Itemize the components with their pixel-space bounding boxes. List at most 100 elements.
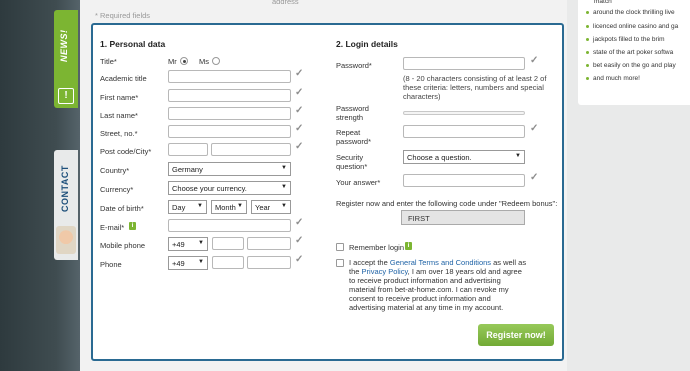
phone-label: Phone — [100, 260, 122, 269]
academic-title-input[interactable] — [168, 70, 291, 83]
last-name-input[interactable] — [168, 107, 291, 120]
remember-login-checkbox[interactable] — [336, 243, 344, 251]
accept-terms-checkbox[interactable] — [336, 259, 344, 267]
privacy-policy-link[interactable]: Privacy Policy — [362, 267, 408, 276]
feature-item-text: and much more! — [593, 75, 640, 82]
feature-item-text: bet easily on the go and play — [593, 62, 676, 69]
mr-label: Mr — [168, 57, 177, 66]
security-answer-input[interactable] — [403, 174, 525, 187]
check-icon: ✓ — [295, 123, 304, 134]
password-requirements-help: (8 - 20 characters consisting of at leas… — [403, 74, 547, 101]
chevron-down-icon: ▼ — [237, 203, 243, 209]
chevron-down-icon: ▼ — [281, 203, 287, 209]
last-name-label: Last name* — [100, 111, 138, 120]
post-code-city-label: Post code/City* — [100, 147, 152, 156]
check-icon: ✓ — [295, 87, 304, 98]
support-agent-avatar — [56, 226, 76, 254]
check-icon: ✓ — [295, 68, 304, 79]
check-icon: ✓ — [530, 123, 539, 134]
bullet-icon — [586, 76, 589, 80]
security-question-select[interactable]: Choose a question. ▼ — [403, 150, 525, 164]
bullet-icon — [586, 24, 589, 28]
required-fields-note: * Required fields — [95, 11, 151, 20]
post-code-input[interactable] — [168, 143, 208, 156]
bonus-code-instruction: Register now and enter the following cod… — [336, 199, 558, 208]
year-select[interactable]: Year ▼ — [251, 200, 291, 214]
terms-consent-text: I accept the General Terms and Condition… — [349, 258, 527, 312]
address-label: address — [272, 0, 299, 6]
ms-radio[interactable] — [212, 57, 220, 65]
repeat-password-input[interactable] — [403, 125, 525, 138]
email-label: E-mail* — [100, 223, 125, 232]
login-details-heading: 2. Login details — [336, 39, 398, 49]
security-question-label: Security question* — [336, 153, 368, 171]
country-value: Germany — [172, 165, 203, 174]
info-icon[interactable]: i — [405, 242, 412, 250]
check-icon: ✓ — [295, 105, 304, 116]
feature-item-text: licenced online casino and ga — [593, 23, 679, 30]
bullet-icon — [586, 63, 589, 67]
password-strength-label: Password strength — [336, 104, 369, 122]
news-tab[interactable]: NEWS! ! — [54, 10, 78, 108]
bonus-code-value: FIRST — [408, 214, 430, 223]
currency-select[interactable]: Choose your currency. ▼ — [168, 181, 291, 195]
phone-number-input[interactable] — [247, 256, 291, 269]
check-icon: ✓ — [295, 217, 304, 228]
month-value: Month — [215, 203, 236, 212]
country-label: Country* — [100, 166, 130, 175]
terms-text-part1: I accept the — [349, 258, 388, 267]
feature-item: match — [594, 0, 612, 5]
password-label: Password* — [336, 61, 372, 70]
remember-login-label: Remember login — [349, 243, 405, 252]
feature-item-text: jackpots filled to the brim — [593, 36, 665, 43]
repeat-password-label: Repeat password* — [336, 128, 372, 146]
date-of-birth-label: Date of birth* — [100, 204, 144, 213]
general-terms-link[interactable]: General Terms and Conditions — [390, 258, 491, 267]
feature-item-text: state of the art poker softwa — [593, 49, 674, 56]
feature-item: around the clock thrilling live — [586, 9, 675, 16]
bonus-code-field: FIRST — [401, 210, 525, 225]
academic-title-label: Academic title — [100, 74, 147, 83]
city-input[interactable] — [211, 143, 291, 156]
password-input[interactable] — [403, 57, 525, 70]
chevron-down-icon: ▼ — [281, 184, 287, 190]
feature-item-text: around the clock thrilling live — [593, 9, 675, 16]
mobile-area-code-input[interactable] — [212, 237, 244, 250]
chevron-down-icon: ▼ — [197, 203, 203, 209]
security-question-value: Choose a question. — [407, 153, 472, 162]
info-icon[interactable]: i — [129, 222, 136, 230]
phone-area-code-input[interactable] — [212, 256, 244, 269]
contact-tab[interactable]: CONTACT — [54, 150, 78, 260]
email-input[interactable] — [168, 219, 291, 232]
currency-value: Choose your currency. — [172, 184, 247, 193]
feature-item: licenced online casino and ga — [586, 23, 678, 30]
day-select[interactable]: Day ▼ — [168, 200, 207, 214]
check-icon: ✓ — [295, 235, 304, 246]
personal-data-heading: 1. Personal data — [100, 39, 166, 49]
chevron-down-icon: ▼ — [198, 240, 204, 246]
feature-item: bet easily on the go and play — [586, 62, 676, 69]
mobile-prefix-value: +49 — [172, 240, 185, 249]
mr-radio[interactable] — [180, 57, 188, 65]
check-icon: ✓ — [530, 172, 539, 183]
mobile-country-code-select[interactable]: +49 ▼ — [168, 237, 208, 251]
mobile-phone-label: Mobile phone — [100, 241, 146, 250]
country-select[interactable]: Germany ▼ — [168, 162, 291, 176]
month-select[interactable]: Month ▼ — [211, 200, 247, 214]
chevron-down-icon: ▼ — [281, 165, 287, 171]
exclamation-speech-icon: ! — [58, 88, 74, 104]
password-strength-meter — [403, 111, 525, 115]
check-icon: ✓ — [530, 55, 539, 66]
your-answer-label: Your answer* — [336, 178, 381, 187]
ms-label: Ms — [199, 57, 209, 66]
mobile-number-input[interactable] — [247, 237, 291, 250]
phone-country-code-select[interactable]: +49 ▼ — [168, 256, 208, 270]
first-name-input[interactable] — [168, 89, 291, 102]
bullet-icon — [586, 10, 589, 14]
feature-item: jackpots filled to the brim — [586, 36, 665, 43]
register-now-button[interactable]: Register now! — [478, 324, 554, 346]
street-label: Street, no.* — [100, 129, 138, 138]
chevron-down-icon: ▼ — [198, 259, 204, 265]
check-icon: ✓ — [295, 254, 304, 265]
street-input[interactable] — [168, 125, 291, 138]
